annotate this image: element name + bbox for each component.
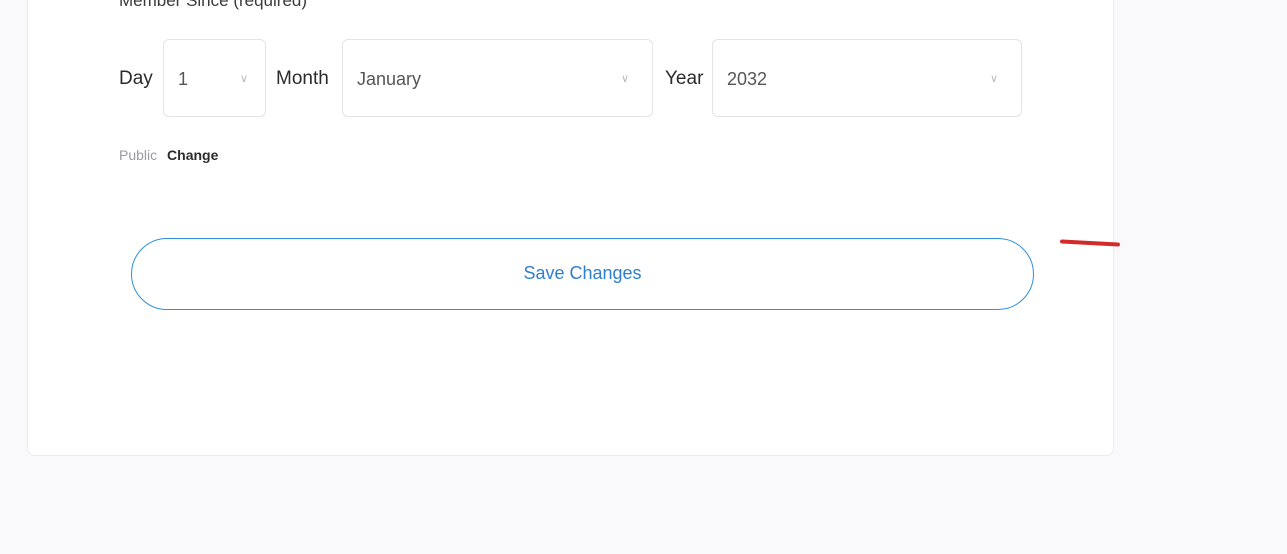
year-label: Year [665,68,704,89]
year-select[interactable]: 2032 ∨ [712,39,1022,117]
day-select[interactable]: 1 ∨ [163,39,266,117]
chevron-down-icon: ∨ [990,73,999,85]
chevron-down-icon: ∨ [240,73,249,85]
page: Member Since (required) Day 1 ∨ Month Ja… [0,0,1287,554]
chevron-down-icon: ∨ [621,73,630,85]
privacy-setting: Public Change [119,147,218,163]
day-label: Day [119,68,153,89]
member-since-label: Member Since (required) [119,0,308,10]
save-changes-button[interactable]: Save Changes [131,238,1034,310]
month-select-value: January [357,69,422,89]
month-label: Month [276,68,329,89]
day-select-value: 1 [178,69,189,89]
privacy-change-link[interactable]: Change [167,147,218,163]
privacy-status: Public [119,147,158,163]
profile-form-card: Member Since (required) Day 1 ∨ Month Ja… [27,0,1114,456]
year-select-value: 2032 [727,69,768,89]
month-select[interactable]: January ∨ [342,39,653,117]
